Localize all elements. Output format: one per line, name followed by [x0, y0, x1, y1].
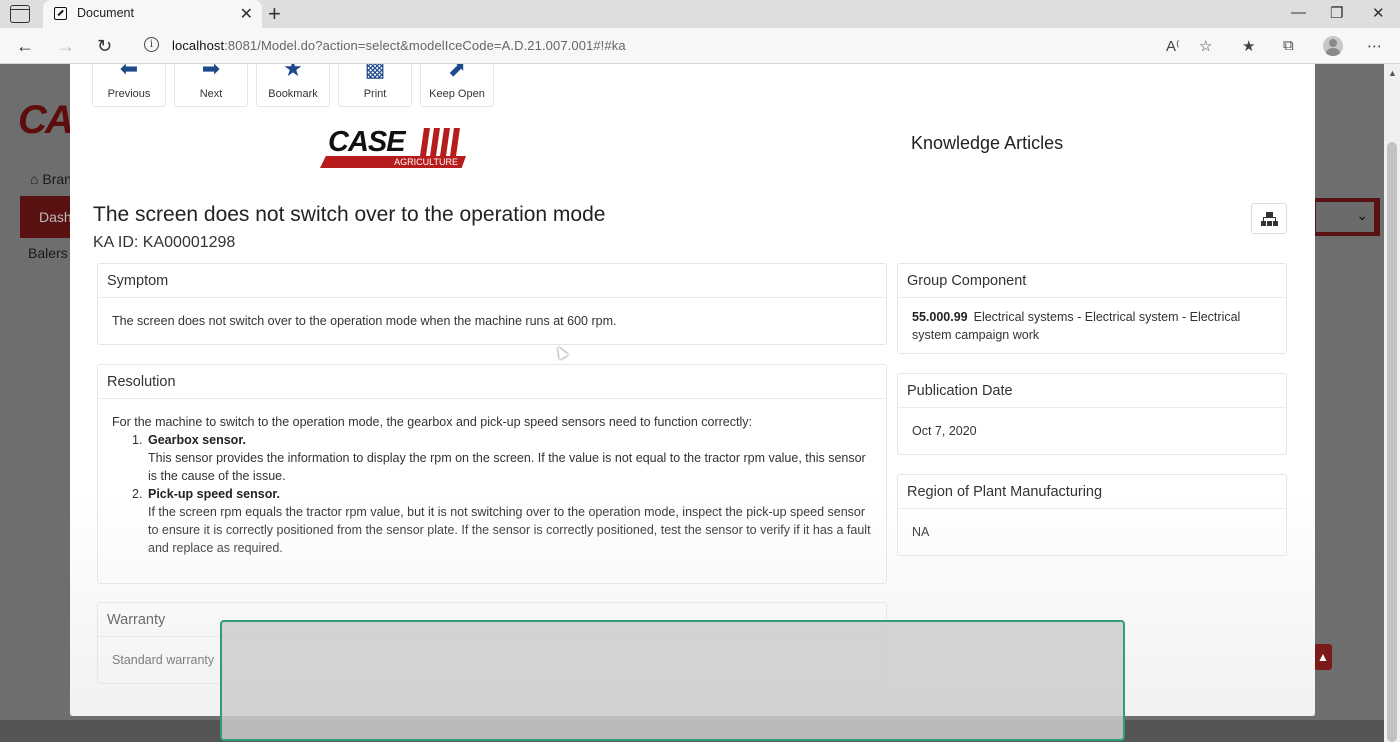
- url-field[interactable]: localhost:8081/Model.do?action=select&mo…: [172, 38, 626, 53]
- print-button[interactable]: ▩ Print: [338, 64, 412, 107]
- case-logo-subtitle: AGRICULTURE: [320, 156, 466, 168]
- previous-label: Previous: [107, 88, 151, 100]
- region-text: NA: [912, 525, 930, 539]
- scroll-up-icon[interactable]: ▲: [1388, 68, 1397, 78]
- publication-date-heading: Publication Date: [898, 374, 1286, 408]
- arrow-left-icon: ⬅: [119, 64, 139, 81]
- bookmark-button[interactable]: ★ Bookmark: [256, 64, 330, 107]
- next-button[interactable]: ➡ Next: [174, 64, 248, 107]
- background-home-label: Bran: [42, 171, 72, 187]
- scrollbar-thumb[interactable]: [1387, 142, 1397, 742]
- highlight-box: [220, 620, 1125, 741]
- tab-actions-icon[interactable]: [10, 5, 30, 23]
- resolution-body: For the machine to switch to the operati…: [98, 399, 886, 567]
- print-label: Print: [363, 88, 387, 100]
- background-balers-label: Balers: [28, 245, 68, 261]
- keep-open-label: Keep Open: [429, 88, 485, 100]
- profile-icon[interactable]: [1323, 36, 1343, 56]
- chevron-down-icon: ⌄: [1316, 202, 1374, 232]
- resolution-heading: Resolution: [98, 365, 886, 399]
- group-component-heading: Group Component: [898, 264, 1286, 298]
- list-item-number: 1.: [132, 433, 143, 447]
- symptom-heading: Symptom: [98, 264, 886, 298]
- publication-date-panel: Publication Date Oct 7, 2020: [897, 373, 1287, 455]
- page-scrollbar[interactable]: ▲: [1384, 64, 1400, 742]
- symptom-panel: Symptom The screen does not switch over …: [97, 263, 887, 345]
- case-logo-bars: [418, 128, 464, 158]
- tab-title: Document: [77, 6, 134, 20]
- tab-close-icon[interactable]: ✕: [240, 4, 253, 24]
- list-item-text: This sensor provides the information to …: [148, 451, 866, 483]
- previous-button[interactable]: ⬅ Previous: [92, 64, 166, 107]
- background-select[interactable]: ⌄: [1312, 198, 1380, 236]
- ka-id: KA ID: KA00001298: [93, 234, 236, 251]
- region-heading: Region of Plant Manufacturing: [898, 475, 1286, 509]
- back-arrow-icon[interactable]: ←: [16, 36, 34, 57]
- resolution-list: 1. Gearbox sensor. This sensor provides …: [132, 431, 872, 557]
- star-icon: ★: [283, 64, 303, 81]
- knowledge-articles-header: Knowledge Articles: [911, 133, 1064, 153]
- url-path: :8081/Model.do?action=select&modelIceCod…: [224, 38, 626, 53]
- new-tab-button[interactable]: +: [268, 1, 281, 27]
- printer-icon: ▩: [364, 64, 386, 81]
- case-logo: CASE AGRICULTURE: [320, 126, 466, 170]
- refresh-icon[interactable]: ↻: [97, 36, 112, 57]
- keep-open-button[interactable]: ⬈ Keep Open: [420, 64, 494, 107]
- region-panel: Region of Plant Manufacturing NA: [897, 474, 1287, 556]
- list-item-title: Pick-up speed sensor.: [148, 487, 280, 501]
- list-item-title: Gearbox sensor.: [148, 433, 246, 447]
- scroll-to-top-icon[interactable]: ▲: [1314, 644, 1332, 670]
- bookmark-label: Bookmark: [268, 88, 318, 100]
- browser-tab-strip: Document ✕ + — ❐ ✕: [0, 0, 1400, 28]
- page-title: The screen does not switch over to the o…: [93, 203, 606, 226]
- read-aloud-icon[interactable]: A⁽: [1166, 37, 1180, 55]
- favorites-icon[interactable]: ★: [1242, 37, 1255, 55]
- document-modal: ⬅ Previous ➡ Next ★ Bookmark ▩ Print ⬈ K…: [70, 64, 1315, 716]
- resolution-intro: For the machine to switch to the operati…: [112, 415, 752, 429]
- group-component-body: 55.000.99 Electrical systems - Electrical…: [898, 298, 1286, 354]
- list-item: 1. Gearbox sensor. This sensor provides …: [132, 431, 872, 485]
- case-logo-word: CASE: [328, 126, 406, 158]
- add-favorite-icon[interactable]: ☆: [1199, 37, 1212, 55]
- list-item-text: If the screen rpm equals the tractor rpm…: [148, 505, 871, 555]
- publication-date-text: Oct 7, 2020: [912, 424, 977, 438]
- restore-button[interactable]: ❐: [1330, 4, 1343, 22]
- group-component-panel: Group Component 55.000.99 Electrical syst…: [897, 263, 1287, 354]
- sitemap-button[interactable]: [1251, 203, 1287, 234]
- collections-icon[interactable]: ⧉: [1283, 37, 1294, 54]
- document-favicon-icon: [54, 7, 67, 20]
- resolution-panel: Resolution For the machine to switch to …: [97, 364, 887, 584]
- info-icon[interactable]: i: [144, 37, 159, 52]
- group-component-code: 55.000.99: [912, 310, 968, 324]
- background-home-link[interactable]: ⌂ Bran: [30, 171, 72, 187]
- more-icon[interactable]: ⋯: [1367, 37, 1382, 55]
- url-host: localhost: [172, 38, 225, 53]
- list-item-number: 2.: [132, 487, 143, 501]
- next-label: Next: [199, 88, 223, 100]
- close-window-button[interactable]: ✕: [1372, 4, 1385, 22]
- arrow-right-icon: ➡: [201, 64, 221, 81]
- address-bar: ← → ↻ i localhost:8081/Model.do?action=s…: [0, 28, 1400, 64]
- background-dashboard-tab[interactable]: Dash: [20, 196, 75, 238]
- list-item: 2. Pick-up speed sensor. If the screen r…: [132, 485, 872, 557]
- background-logo: CA: [18, 98, 74, 142]
- browser-tab[interactable]: Document ✕: [43, 0, 262, 28]
- forward-arrow-icon[interactable]: →: [57, 36, 75, 57]
- minimize-button[interactable]: —: [1291, 4, 1306, 21]
- symptom-text: The screen does not switch over to the o…: [112, 314, 617, 328]
- pin-arrow-icon: ⬈: [447, 64, 467, 81]
